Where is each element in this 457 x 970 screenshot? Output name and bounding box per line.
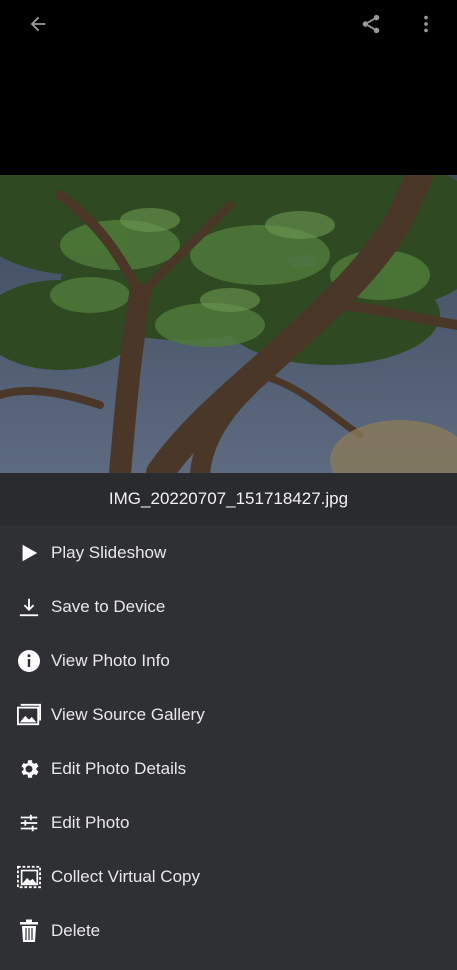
photo-filename: IMG_20220707_151718427.jpg bbox=[108, 489, 349, 508]
menu-item-edit-photo[interactable]: Edit Photo bbox=[0, 796, 457, 850]
menu-item-label: Delete bbox=[51, 921, 101, 940]
more-vert-icon bbox=[424, 15, 428, 33]
share-icon bbox=[362, 14, 380, 34]
menu-item-label: View Photo Info bbox=[51, 651, 170, 670]
menu-item-label: Edit Photo Details bbox=[51, 759, 187, 778]
menu-item-collect-virtual-copy[interactable]: Collect Virtual Copy bbox=[0, 850, 457, 904]
sliders-icon bbox=[17, 811, 41, 835]
share-button[interactable] bbox=[353, 6, 389, 42]
back-button[interactable] bbox=[20, 6, 56, 42]
photo-actions-menu: Play Slideshow Save to Device View Photo… bbox=[0, 525, 457, 970]
gear-icon bbox=[17, 757, 41, 781]
trash-icon bbox=[17, 919, 41, 943]
arrow-left-icon bbox=[30, 16, 46, 32]
menu-item-delete[interactable]: Delete bbox=[0, 904, 457, 958]
info-icon bbox=[17, 649, 41, 673]
menu-item-play-slideshow[interactable]: Play Slideshow bbox=[0, 526, 457, 580]
download-icon bbox=[17, 595, 41, 619]
menu-item-label: Edit Photo bbox=[51, 813, 130, 832]
top-app-bar bbox=[0, 0, 457, 48]
menu-item-label: Save to Device bbox=[51, 597, 166, 616]
menu-item-save-to-device[interactable]: Save to Device bbox=[0, 580, 457, 634]
photo-preview[interactable] bbox=[0, 175, 457, 473]
virtual-copy-icon bbox=[17, 865, 41, 889]
gallery-icon bbox=[17, 703, 41, 727]
menu-item-view-source-gallery[interactable]: View Source Gallery bbox=[0, 688, 457, 742]
menu-item-view-photo-info[interactable]: View Photo Info bbox=[0, 634, 457, 688]
play-icon bbox=[17, 541, 41, 565]
menu-item-edit-photo-details[interactable]: Edit Photo Details bbox=[0, 742, 457, 796]
menu-item-label: Play Slideshow bbox=[51, 543, 167, 562]
photo-filename-bar: IMG_20220707_151718427.jpg bbox=[0, 473, 457, 525]
menu-item-label: View Source Gallery bbox=[51, 705, 205, 724]
tree-photo bbox=[0, 175, 457, 473]
menu-item-label: Collect Virtual Copy bbox=[51, 867, 200, 886]
more-options-button[interactable] bbox=[408, 6, 444, 42]
